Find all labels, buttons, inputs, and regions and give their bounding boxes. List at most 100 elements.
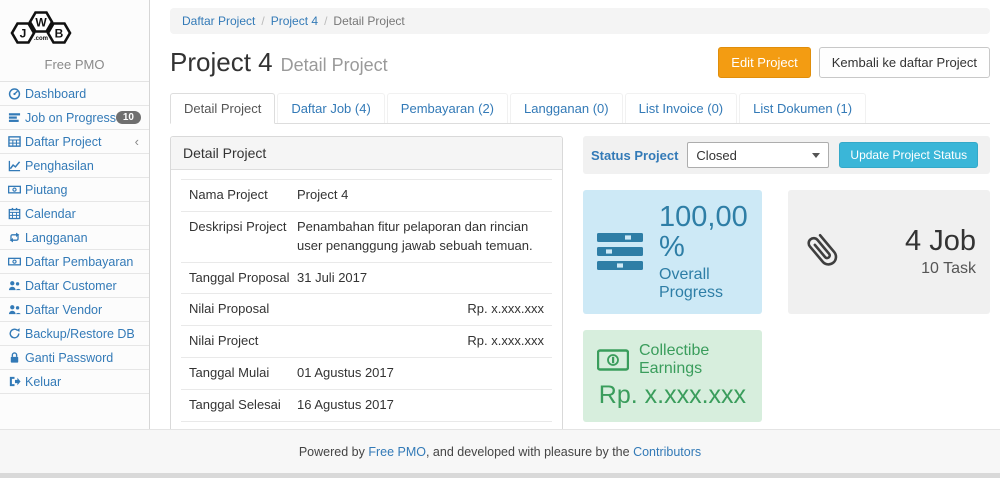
status-project-bar: Status Project Closed Update Project Sta… <box>583 136 990 174</box>
edit-project-button[interactable]: Edit Project <box>718 47 810 78</box>
jwb-logo-icon: W J B .com <box>0 7 82 53</box>
sidebar-item-daftar-vendor[interactable]: Daftar Vendor <box>0 298 149 322</box>
sidebar-item-daftar-pembayaran[interactable]: Daftar Pembayaran <box>0 250 149 274</box>
page-header: Project 4 Detail Project Edit Project Kemb… <box>170 47 990 78</box>
chevron-left-icon: ‹ <box>135 134 141 149</box>
contributors-link[interactable]: Contributors <box>633 445 701 459</box>
svg-text:B: B <box>55 27 64 41</box>
sidebar-item-langganan[interactable]: Langganan <box>0 226 149 250</box>
dashboard-icon <box>8 87 25 100</box>
table-icon <box>8 135 25 148</box>
main-content: Daftar Project/Project 4/Detail Project … <box>150 0 1000 429</box>
sidebar-item-dashboard[interactable]: Dashboard <box>0 82 149 106</box>
money-icon <box>597 349 629 371</box>
refresh-icon <box>8 327 25 340</box>
sidebar-item-penghasilan[interactable]: Penghasilan <box>0 154 149 178</box>
sidebar-item-backup-restore-db[interactable]: Backup/Restore DB <box>0 322 149 346</box>
page-title: Project 4 <box>170 47 273 77</box>
progress-text: 100,00 % Overall Progress <box>659 202 748 302</box>
caret-down-icon <box>812 153 820 158</box>
tab-list-dokumen[interactable]: List Dokumen (1) <box>739 93 866 123</box>
table-row: Tanggal Selesai 16 Agustus 2017 <box>181 390 552 422</box>
lock-icon <box>8 351 25 364</box>
progress-label: Overall Progress <box>659 266 748 302</box>
earnings-label: Collectibe Earnings <box>639 342 748 378</box>
sidebar-item-daftar-project[interactable]: Daftar Project ‹ <box>0 130 149 154</box>
sidebar-item-daftar-customer[interactable]: Daftar Customer <box>0 274 149 298</box>
breadcrumb-project-4[interactable]: Project 4 <box>271 14 318 28</box>
table-row: Nilai Proposal Rp. x.xxx.xxx <box>181 294 552 326</box>
job-text: 4 Job 10 Task <box>905 226 976 277</box>
detail-project-panel: Detail Project Nama Project Project 4 De… <box>170 136 563 429</box>
footer-text: Powered by Free PMO, and developed with … <box>299 445 701 459</box>
breadcrumb-separator: / <box>318 14 333 28</box>
tab-daftar-job[interactable]: Daftar Job (4) <box>277 93 384 123</box>
brand-name: Free PMO <box>0 53 149 81</box>
back-to-project-list-button[interactable]: Kembali ke daftar Project <box>819 47 990 78</box>
page-title-group: Project 4 Detail Project <box>170 47 388 78</box>
sidebar-item-label: Daftar Pembayaran <box>25 255 141 269</box>
job-count-card: 4 Job 10 Task <box>788 190 990 314</box>
breadcrumb-daftar-project[interactable]: Daftar Project <box>182 14 255 28</box>
page-bottom-strip <box>0 473 1000 478</box>
sidebar-item-label: Piutang <box>25 183 141 197</box>
svg-text:W: W <box>35 16 47 30</box>
sidebar-item-label: Dashboard <box>25 87 141 101</box>
sidebar-item-job-on-progress[interactable]: Job on Progress 10 <box>0 106 149 130</box>
sidebar: W J B .com Free PMO Dashboard <box>0 0 150 429</box>
sidebar-item-keluar[interactable]: Keluar <box>0 370 149 394</box>
sidebar-item-label: Langganan <box>25 231 141 245</box>
job-count-badge: 10 <box>116 111 141 124</box>
breadcrumb: Daftar Project/Project 4/Detail Project <box>170 8 990 34</box>
chart-line-icon <box>8 159 25 172</box>
table-row: Status Closed <box>181 422 552 429</box>
free-pmo-link[interactable]: Free PMO <box>368 445 426 459</box>
tab-bar: Detail Project Daftar Job (4) Pembayaran… <box>170 93 990 124</box>
job-value: 4 Job <box>905 226 976 256</box>
sidebar-item-label: Daftar Vendor <box>25 303 141 317</box>
table-row: Tanggal Proposal 31 Juli 2017 <box>181 263 552 295</box>
sidebar-item-label: Ganti Password <box>25 351 141 365</box>
overall-progress-card: 100,00 % Overall Progress <box>583 190 762 314</box>
sidebar-item-label: Keluar <box>25 375 141 389</box>
money-icon <box>8 255 25 268</box>
users-icon <box>8 303 25 316</box>
sidebar-item-label: Backup/Restore DB <box>25 327 141 341</box>
right-column: Status Project Closed Update Project Sta… <box>583 136 990 422</box>
sidebar-item-label: Calendar <box>25 207 141 221</box>
sign-out-icon <box>8 375 25 388</box>
tab-langganan[interactable]: Langganan (0) <box>510 93 623 123</box>
sidebar-item-piutang[interactable]: Piutang <box>0 178 149 202</box>
svg-text:J: J <box>20 27 27 41</box>
collectible-earnings-card: Collectibe Earnings Rp. x.xxx.xxx <box>583 330 762 422</box>
tab-pembayaran[interactable]: Pembayaran (2) <box>387 93 508 123</box>
table-row: Tanggal Mulai 01 Agustus 2017 <box>181 358 552 390</box>
breadcrumb-current: Detail Project <box>333 14 404 28</box>
tasks-icon <box>8 111 25 124</box>
sidebar-item-ganti-password[interactable]: Ganti Password <box>0 346 149 370</box>
header-actions: Edit Project Kembali ke daftar Project <box>718 47 990 78</box>
status-project-label: Status Project <box>591 148 678 163</box>
calendar-icon <box>8 207 25 220</box>
jwb-logo: W J B .com <box>0 0 149 53</box>
panel-title: Detail Project <box>171 137 562 170</box>
sidebar-item-label: Job on Progress <box>25 111 116 125</box>
sidebar-item-calendar[interactable]: Calendar <box>0 202 149 226</box>
sidebar-item-label: Penghasilan <box>25 159 141 173</box>
app-window: W J B .com Free PMO Dashboard <box>0 0 1000 478</box>
update-project-status-button[interactable]: Update Project Status <box>839 142 978 168</box>
detail-table: Nama Project Project 4 Deskripsi Project… <box>171 170 562 429</box>
page-subtitle: Detail Project <box>281 55 388 75</box>
tasks-icon <box>597 232 645 272</box>
table-row: Nilai Project Rp. x.xxx.xxx <box>181 326 552 358</box>
footer: Powered by Free PMO, and developed with … <box>0 429 1000 473</box>
status-select[interactable]: Closed <box>687 142 829 168</box>
users-icon <box>8 279 25 292</box>
tab-list-invoice[interactable]: List Invoice (0) <box>625 93 738 123</box>
tab-detail-project[interactable]: Detail Project <box>170 93 275 124</box>
money-icon <box>8 183 25 196</box>
sidebar-item-label: Daftar Project <box>25 135 135 149</box>
earnings-value: Rp. x.xxx.xxx <box>597 381 748 410</box>
task-count: 10 Task <box>905 260 976 278</box>
table-row: Deskripsi Project Penambahan fitur pelap… <box>181 212 552 263</box>
